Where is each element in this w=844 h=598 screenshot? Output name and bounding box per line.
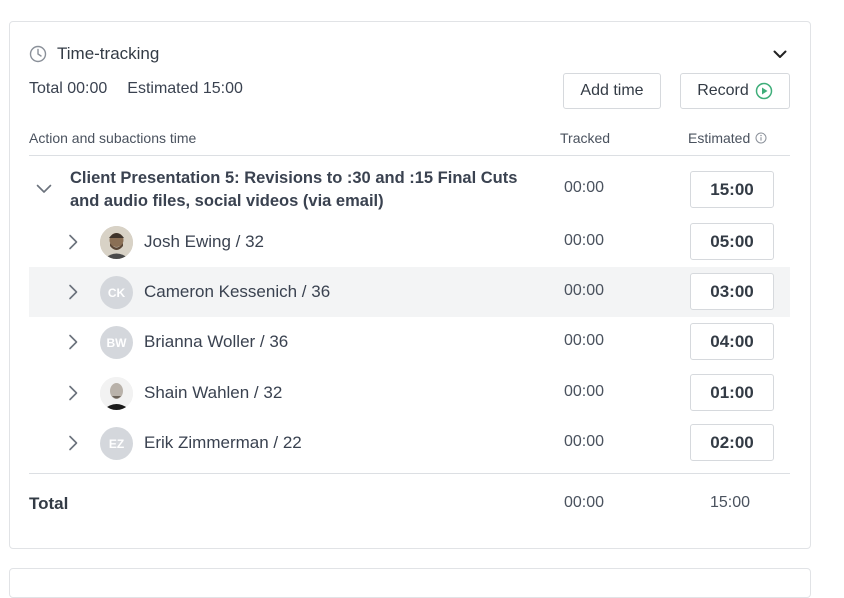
tracked-value: 00:00 <box>564 332 605 349</box>
person-row-brianna-woller: BW Brianna Woller / 36 00:00 04:00 <box>29 317 790 367</box>
tracked-value: 00:00 <box>564 179 605 196</box>
total-tracked-value: 00:00 <box>564 494 605 511</box>
estimated-input[interactable]: 15:00 <box>690 171 774 208</box>
person-row-erik-zimmerman: EZ Erik Zimmerman / 22 00:00 02:00 <box>29 418 790 468</box>
chevron-down-icon[interactable] <box>770 44 790 64</box>
estimated-input[interactable]: 05:00 <box>690 223 774 260</box>
avatar: BW <box>100 326 133 359</box>
person-row-josh-ewing: Josh Ewing / 32 00:00 05:00 <box>29 217 790 267</box>
table-header: Action and subactions time Tracked Estim… <box>29 130 790 156</box>
time-tracking-panel: Time-tracking Total 00:00 Estimated 15:0… <box>9 21 811 549</box>
add-time-button[interactable]: Add time <box>563 73 661 109</box>
column-header-estimated: Estimated <box>688 130 767 146</box>
tracked-value: 00:00 <box>564 383 605 400</box>
total-row: Total 00:00 15:00 <box>29 473 790 533</box>
time-summary: Total 00:00 Estimated 15:00 <box>29 80 243 98</box>
tracked-value: 00:00 <box>564 433 605 450</box>
person-row-cameron-kessenich: CK Cameron Kessenich / 36 00:00 03:00 <box>29 267 790 317</box>
person-name: Erik Zimmerman / 22 <box>144 433 302 452</box>
column-header-estimated-label: Estimated <box>688 130 751 146</box>
chevron-down-icon[interactable] <box>35 179 53 199</box>
estimated-input[interactable]: 02:00 <box>690 424 774 461</box>
record-button[interactable]: Record <box>680 73 790 109</box>
person-row-shain-wahlen: Shain Wahlen / 32 00:00 01:00 <box>29 368 790 418</box>
person-name: Josh Ewing / 32 <box>144 232 265 251</box>
avatar <box>100 226 133 259</box>
person-name: Brianna Woller / 36 <box>144 332 289 351</box>
estimated-time-label: Estimated 15:00 <box>127 80 243 97</box>
tracked-value: 00:00 <box>564 282 605 299</box>
column-header-action: Action and subactions time <box>29 130 197 146</box>
estimated-input[interactable]: 03:00 <box>690 273 774 310</box>
section-title: Time-tracking <box>57 44 160 63</box>
task-name: Client Presentation 5: Revisions to :30 … <box>70 169 518 210</box>
info-icon[interactable] <box>755 132 767 144</box>
next-panel <box>9 568 811 598</box>
avatar <box>100 377 133 410</box>
person-name: Cameron Kessenich / 36 <box>144 282 331 301</box>
avatar: CK <box>100 276 133 309</box>
tracked-value: 00:00 <box>564 232 605 249</box>
chevron-right-icon[interactable] <box>65 433 81 453</box>
total-estimated-value: 15:00 <box>710 494 751 511</box>
chevron-right-icon[interactable] <box>65 332 81 352</box>
column-header-tracked: Tracked <box>560 130 611 146</box>
chevron-right-icon[interactable] <box>65 282 81 302</box>
total-label: Total <box>29 494 69 513</box>
chevron-right-icon[interactable] <box>65 232 81 252</box>
avatar: EZ <box>100 427 133 460</box>
total-time-label: Total 00:00 <box>29 80 108 97</box>
estimated-input[interactable]: 04:00 <box>690 323 774 360</box>
time-tracking-header: Time-tracking <box>29 42 790 66</box>
play-icon <box>755 82 773 100</box>
chevron-right-icon[interactable] <box>65 383 81 403</box>
estimated-input[interactable]: 01:00 <box>690 374 774 411</box>
clock-icon <box>29 45 47 63</box>
person-name: Shain Wahlen / 32 <box>144 383 283 402</box>
record-button-label: Record <box>697 82 749 99</box>
